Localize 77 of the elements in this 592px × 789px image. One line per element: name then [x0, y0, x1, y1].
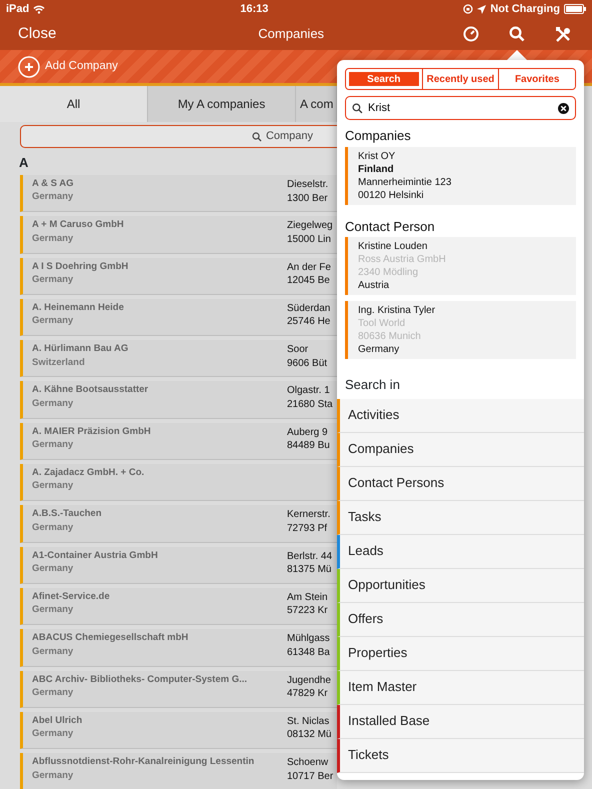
city-text: 47829 Kr [287, 687, 329, 701]
result-line: Ross Austria GmbH [358, 253, 447, 266]
city-text: 72793 Pf [287, 522, 328, 536]
city-text: 12045 Be [287, 274, 331, 288]
result-line: Austria [358, 279, 390, 292]
company-country: Germany [32, 190, 74, 204]
section-header: A [18, 154, 30, 169]
company-name: A1-Container Austria GmbH [32, 550, 159, 562]
company-name: Abflussnotdienst-Rohr-Kanalreinigung Lessentin [32, 756, 256, 768]
company-name: ABACUS Chemiegesellschaft mbH [32, 632, 190, 645]
charging-status: Not Charging [490, 2, 560, 17]
street-text: An der Fe [287, 260, 332, 274]
group-heading: Contact Person [344, 218, 436, 236]
device-label: iPad [6, 2, 30, 17]
company-country: Germany [32, 314, 74, 328]
result-line: 00120 Helsinki [358, 188, 425, 202]
company-country: Germany [32, 438, 74, 452]
result-line: 2340 Mödling [358, 266, 420, 279]
result-line: Tool World [358, 317, 406, 330]
result-line: 80636 Munich [358, 330, 422, 343]
street-text: Olgastr. 1 [287, 384, 331, 398]
street-text: Ziegelweg [287, 219, 334, 233]
city-text: 25746 He [287, 315, 332, 329]
company-country: Germany [32, 727, 74, 740]
company-name: ABC Archiv- Bibliotheks- Computer-System G... [32, 674, 248, 686]
street-text: Soor [287, 343, 310, 357]
city-text: 9606 Büt [287, 356, 328, 370]
street-text: Berlstr. 44 [287, 550, 334, 564]
street-text: Auberg 9 [287, 426, 329, 440]
street-text: Jugendhe [287, 674, 332, 688]
result-line: Germany [358, 343, 400, 356]
company-country: Germany [32, 232, 74, 245]
company-country: Germany [32, 768, 74, 782]
street-text: Süderdan [287, 302, 332, 316]
result-line: Mannerheimintie 123 [358, 176, 452, 188]
city-text: 08132 Mü [287, 728, 332, 742]
search-in-heading: Search in [344, 376, 401, 394]
company-country: Germany [32, 520, 74, 534]
company-name: A & S AG [32, 178, 75, 190]
street-text: Mühlgass [287, 632, 331, 646]
company-country: Germany [32, 603, 74, 617]
company-country: Germany [32, 272, 74, 286]
company-country: Germany [32, 686, 74, 700]
city-text: 57223 Kr [287, 604, 329, 618]
company-name: A. MAIER Präzision GmbH [32, 426, 152, 438]
street-text: St. Niclas [287, 714, 330, 728]
nav-title: Companies [257, 25, 326, 44]
company-name: A. Heinemann Heide [32, 302, 125, 314]
company-name: A I S Doehring GmbH [32, 260, 130, 273]
city-text: 21680 Sta [287, 398, 334, 412]
company-country: Switzerland [32, 356, 86, 369]
company-name: A + M Caruso GmbH [32, 219, 125, 232]
street-text: Schoenw [287, 756, 330, 770]
company-name: A. Zajadacz GmbH. + Co. [32, 467, 146, 480]
city-text: 15000 Lin [287, 232, 332, 246]
city-text: 61348 Ba [287, 646, 331, 660]
city-text: 81375 Mü [287, 563, 332, 577]
city-text: 84489 Bu [287, 439, 331, 453]
company-country: Germany [32, 479, 74, 493]
company-country: Germany [32, 644, 74, 658]
city-text: 10717 Ber [287, 770, 334, 784]
company-name: A. Hürlimann Bau AG [32, 343, 130, 356]
result-line: Finland [358, 162, 395, 176]
result-line: Kristine Louden [358, 240, 428, 253]
street-text: Am Stein [287, 590, 329, 604]
company-name: Abel Ulrich [32, 714, 84, 728]
company-country: Germany [32, 562, 74, 576]
company-name: A.B.S.-Tauchen [32, 508, 102, 521]
result-line: Krist OY [358, 150, 396, 162]
company-name: A. Kähne Bootsausstatter [32, 384, 150, 397]
status-time: 16:13 [240, 2, 268, 17]
street-text: Kernerstr. [287, 508, 332, 522]
result-line: Ing. Kristina Tyler [358, 304, 436, 317]
street-text: Dieselstr. [287, 178, 330, 192]
company-name: Afinet-Service.de [32, 590, 111, 604]
city-text: 1300 Ber [287, 192, 329, 205]
company-country: Germany [32, 396, 74, 410]
